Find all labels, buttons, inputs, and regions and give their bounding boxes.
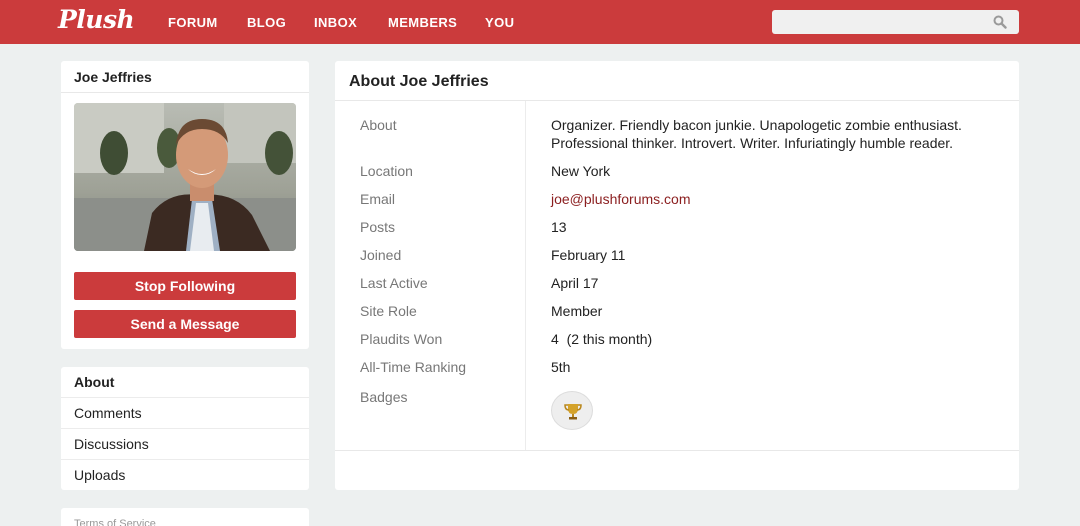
nav-you[interactable]: YOU — [485, 15, 514, 30]
profile-name: Joe Jeffries — [74, 69, 152, 85]
nav-forum[interactable]: FORUM — [168, 15, 218, 30]
nav-inbox[interactable]: INBOX — [314, 15, 357, 30]
stop-following-button[interactable]: Stop Following — [74, 272, 296, 300]
joined-label: Joined — [360, 247, 402, 263]
about-title: About Joe Jeffries — [349, 73, 489, 90]
posts-label: Posts — [360, 219, 396, 235]
plaudits-won-label: Plaudits Won — [360, 331, 443, 347]
menu-item-uploads[interactable]: Uploads — [61, 460, 309, 491]
menu-item-about[interactable]: About — [61, 367, 309, 398]
divider — [61, 92, 309, 93]
email-label: Email — [360, 191, 396, 207]
site-role-label: Site Role — [360, 303, 417, 319]
search-icon[interactable] — [993, 15, 1007, 29]
search-input[interactable] — [772, 10, 987, 34]
profile-photo — [74, 103, 296, 251]
last-active-value: April 17 — [551, 275, 599, 291]
divider — [335, 450, 1019, 451]
profile-menu: About Comments Discussions Uploads — [61, 367, 309, 490]
menu-item-discussions[interactable]: Discussions — [61, 429, 309, 460]
nav-members[interactable]: MEMBERS — [388, 15, 457, 30]
site-role-value: Member — [551, 303, 603, 319]
search-box — [772, 10, 1019, 34]
column-divider — [525, 101, 526, 451]
about-panel: About Joe Jeffries About Organizer. Frie… — [335, 61, 1019, 490]
plaudits-won-value: 4 (2 this month) — [551, 331, 653, 347]
last-active-label: Last Active — [360, 275, 428, 291]
profile-card: Joe Jeffries Stop Following Send a Messa… — [61, 61, 309, 349]
badges-label: Badges — [360, 389, 408, 405]
send-message-button[interactable]: Send a Message — [74, 310, 296, 338]
about-label: About — [360, 117, 397, 133]
email-link[interactable]: joe@plushforums.com — [551, 190, 691, 208]
about-value-line2: Professional thinker. Introvert. Writer.… — [551, 135, 954, 151]
top-navigation-bar: Plush FORUM BLOG INBOX MEMBERS YOU — [0, 0, 1080, 44]
badge[interactable] — [551, 391, 593, 430]
terms-of-service-link[interactable]: Terms of Service — [74, 518, 156, 526]
logo[interactable]: Plush — [58, 5, 135, 34]
location-label: Location — [360, 163, 413, 179]
trophy-icon — [564, 404, 582, 420]
joined-value: February 11 — [551, 247, 626, 263]
ranking-label: All-Time Ranking — [360, 359, 467, 375]
menu-item-comments[interactable]: Comments — [61, 398, 309, 429]
about-value-line1: Organizer. Friendly bacon junkie. Unapol… — [551, 117, 962, 133]
posts-value: 13 — [551, 219, 567, 235]
divider — [335, 100, 1019, 101]
location-value: New York — [551, 163, 611, 179]
footer-card: Terms of Service — [61, 508, 309, 526]
ranking-value: 5th — [551, 359, 571, 375]
nav-blog[interactable]: BLOG — [247, 15, 286, 30]
